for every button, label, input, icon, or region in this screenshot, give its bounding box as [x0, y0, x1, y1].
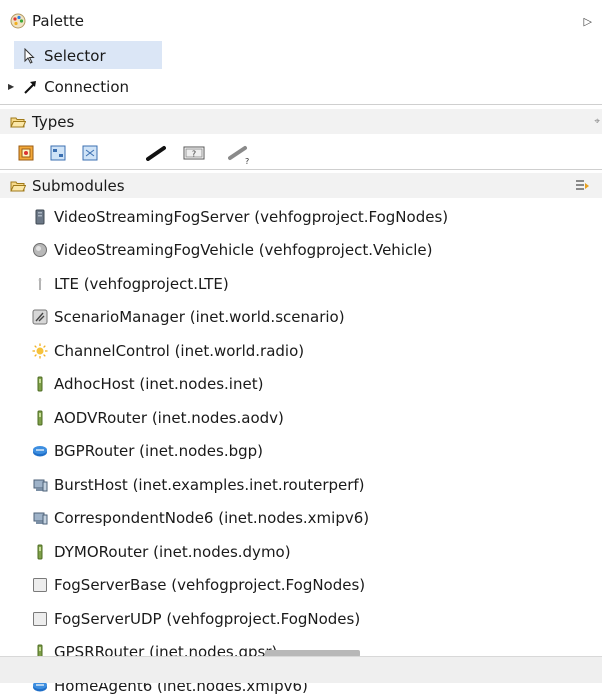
submodule-item[interactable]: FogServerUDP (vehfogproject.FogNodes) [32, 604, 360, 633]
selector-tool[interactable]: Selector [22, 41, 106, 70]
separator [0, 104, 602, 105]
submodule-item[interactable]: VideoStreamingFogServer (vehfogproject.F… [32, 202, 448, 231]
simple-module-icon[interactable] [50, 145, 66, 161]
selector-label: Selector [44, 46, 106, 65]
submodule-item[interactable]: VideoStreamingFogVehicle (vehfogproject.… [32, 236, 432, 265]
folder-open-icon [10, 117, 26, 127]
submodule-item[interactable]: BGPRouter (inet.nodes.bgp) [32, 437, 263, 466]
wireless-host-icon [37, 410, 43, 425]
channel-icon[interactable] [146, 145, 166, 161]
vehicle-icon [33, 243, 47, 257]
compound-module-icon[interactable] [18, 145, 34, 161]
submodule-label: BurstHost (inet.examples.inet.routerperf… [54, 475, 365, 494]
module-box-icon [33, 611, 47, 626]
status-bar [0, 656, 602, 683]
submodule-label: AODVRouter (inet.nodes.aodv) [54, 408, 284, 427]
submodule-label: VideoStreamingFogServer (vehfogproject.F… [54, 207, 449, 226]
submodule-item[interactable]: DYMORouter (inet.nodes.dymo) [32, 537, 291, 566]
submodule-label: LTE (vehfogproject.LTE) [54, 274, 229, 293]
server-icon [35, 209, 45, 224]
submodule-label: DYMORouter (inet.nodes.dymo) [54, 542, 291, 561]
sun-icon [32, 343, 48, 358]
antenna-icon [38, 277, 42, 290]
submodule-item[interactable]: AODVRouter (inet.nodes.aodv) [32, 403, 284, 432]
submodule-label: AdhocHost (inet.nodes.inet) [54, 375, 264, 393]
submodule-label: FogServerBase (vehfogproject.FogNodes) [54, 576, 366, 594]
submodule-label: VideoStreamingFogVehicle (vehfogproject.… [54, 241, 433, 259]
submodules-section-header[interactable]: Submodules [0, 173, 602, 198]
submodule-label: ChannelControl (inet.world.radio) [54, 341, 305, 360]
expand-connection-icon[interactable]: ▶ [8, 82, 14, 91]
module-box-icon [33, 578, 47, 592]
cursor-arrow-icon [24, 47, 35, 64]
submodule-item[interactable]: LTE (vehfogproject.LTE) [32, 269, 229, 298]
submodule-item[interactable]: ChannelControl (inet.world.radio) [32, 336, 304, 365]
types-section-header[interactable]: Types ⌖ [0, 109, 602, 134]
separator [0, 169, 602, 170]
palette-title: Palette [32, 12, 84, 30]
pin-icon[interactable]: ⌖ [594, 116, 600, 127]
submodule-item[interactable]: ScenarioManager (inet.world.scenario) [32, 303, 345, 332]
svg-text:?: ? [192, 150, 196, 159]
interface-icon[interactable]: ? [183, 145, 205, 161]
submodule-item[interactable]: CorrespondentNode6 (inet.nodes.xmipv6) [32, 504, 369, 533]
network-icon[interactable] [82, 145, 98, 161]
svg-text:?: ? [245, 157, 249, 165]
submodule-label: FogServerUDP (vehfogproject.FogNodes) [54, 609, 361, 628]
connection-tool[interactable]: ▶ Connection [8, 72, 129, 101]
unknown-channel-icon[interactable]: ? [228, 145, 250, 165]
submodule-item[interactable]: BurstHost (inet.examples.inet.routerperf… [32, 470, 365, 499]
palette-icon [10, 13, 26, 29]
submodules-title: Submodules [32, 176, 125, 195]
wireless-host-icon [37, 376, 43, 392]
collapse-palette-icon[interactable]: ▷ [584, 15, 592, 28]
connection-arrow-icon [24, 80, 37, 94]
submodule-item[interactable]: FogServerBase (vehfogproject.FogNodes) [32, 571, 365, 600]
folder-open-icon [10, 181, 26, 191]
submodule-label: CorrespondentNode6 (inet.nodes.xmipv6) [54, 509, 370, 527]
host-icon [33, 512, 48, 525]
types-title: Types [32, 112, 75, 131]
filter-icon[interactable] [574, 178, 590, 194]
host-icon [33, 479, 48, 491]
submodule-item[interactable]: AdhocHost (inet.nodes.inet) [32, 370, 263, 399]
submodule-label: ScenarioManager (inet.world.scenario) [54, 308, 345, 326]
scenario-icon [32, 309, 48, 325]
palette-header[interactable]: Palette ▷ [0, 8, 602, 34]
router-icon [33, 446, 47, 457]
connection-label: Connection [44, 77, 130, 96]
wireless-host-icon [37, 544, 43, 559]
submodule-label: BGPRouter (inet.nodes.bgp) [54, 442, 264, 460]
